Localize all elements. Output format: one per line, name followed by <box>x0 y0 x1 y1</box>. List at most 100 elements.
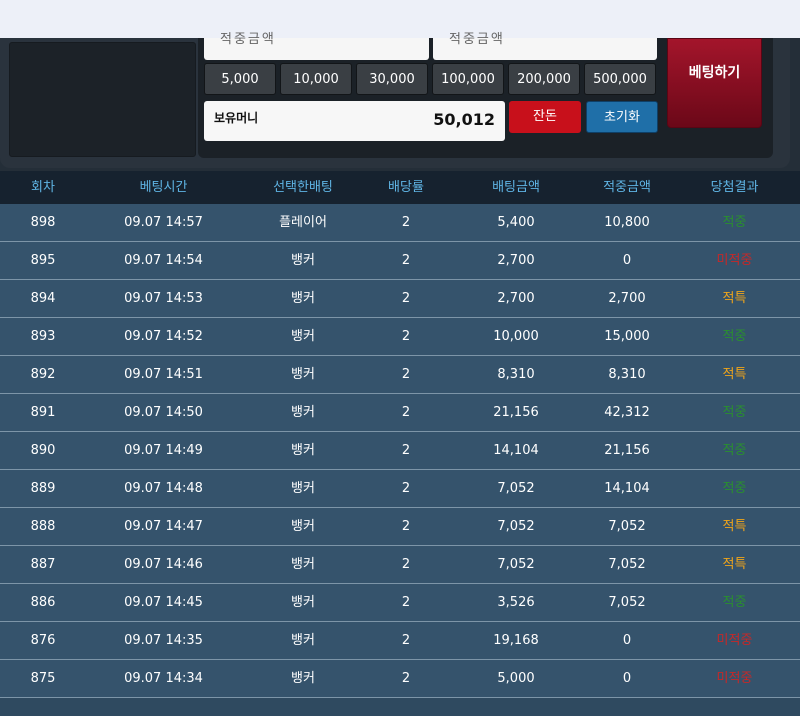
cell-win-amount: 0 <box>622 633 632 648</box>
cell-bet-time: 09.07 14:53 <box>124 291 203 306</box>
cell-win-amount: 10,800 <box>604 215 650 230</box>
cell-round: 895 <box>30 253 56 268</box>
cell-selection: 뱅커 <box>291 519 315 534</box>
cell-selection: 뱅커 <box>291 595 315 610</box>
cell-win-amount: 2,700 <box>608 291 646 306</box>
table-row: 888 09.07 14:47 뱅커 2 7,052 7,052 적특 <box>0 508 800 546</box>
cell-odds: 2 <box>401 253 411 268</box>
chip-10000-button[interactable]: 10,000 <box>280 63 352 95</box>
cell-odds: 2 <box>401 633 411 648</box>
chip-30000-button[interactable]: 30,000 <box>356 63 428 95</box>
cell-selection: 뱅커 <box>291 633 315 648</box>
cell-bet-amount: 7,052 <box>497 519 535 534</box>
cell-bet-amount: 2,700 <box>497 253 535 268</box>
cell-result: 미적중 <box>716 253 753 268</box>
table-row: 887 09.07 14:46 뱅커 2 7,052 7,052 적특 <box>0 546 800 584</box>
cell-win-amount: 0 <box>622 671 632 686</box>
left-bet-field[interactable]: 적중금액 <box>204 32 429 60</box>
table-header: 회차 베팅시간 선택한배팅 배당률 배팅금액 적중금액 당첨결과 <box>0 171 800 204</box>
cell-bet-time: 09.07 14:50 <box>124 405 203 420</box>
table-row: 892 09.07 14:51 뱅커 2 8,310 8,310 적특 <box>0 356 800 394</box>
chip-200000-button[interactable]: 200,000 <box>508 63 580 95</box>
cell-selection: 뱅커 <box>291 329 315 344</box>
cell-bet-amount: 19,168 <box>493 633 539 648</box>
table-row: 875 09.07 14:34 뱅커 2 5,000 0 미적중 <box>0 660 800 698</box>
cell-round: 875 <box>30 671 56 686</box>
cell-bet-amount: 8,310 <box>497 367 535 382</box>
cell-result: 적중 <box>722 405 747 420</box>
betting-panel: 적중금액 적중금액 5,000 10,000 30,000 100,000 20… <box>0 32 800 178</box>
cell-result: 적중 <box>722 595 747 610</box>
cell-selection: 뱅커 <box>291 367 315 382</box>
cell-result: 적특 <box>722 367 747 382</box>
cell-bet-amount: 2,700 <box>497 291 535 306</box>
header-bet-time: 베팅시간 <box>139 180 188 195</box>
chip-100000-button[interactable]: 100,000 <box>432 63 504 95</box>
cell-bet-time: 09.07 14:47 <box>124 519 203 534</box>
cell-win-amount: 42,312 <box>604 405 650 420</box>
cell-win-amount: 0 <box>622 253 632 268</box>
header-win-amount: 적중금액 <box>603 180 651 195</box>
cell-odds: 2 <box>401 557 411 572</box>
cell-bet-amount: 3,526 <box>497 595 535 610</box>
cell-odds: 2 <box>401 367 411 382</box>
cell-bet-time: 09.07 14:49 <box>124 443 203 458</box>
cell-round: 886 <box>30 595 56 610</box>
balance-display: 보유머니 50,012 <box>204 101 505 141</box>
cell-selection: 뱅커 <box>291 405 315 420</box>
header-round: 회차 <box>31 180 55 195</box>
left-bet-field-label: 적중금액 <box>220 32 276 47</box>
table-row: 890 09.07 14:49 뱅커 2 14,104 21,156 적중 <box>0 432 800 470</box>
table-row: 895 09.07 14:54 뱅커 2 2,700 0 미적중 <box>0 242 800 280</box>
cell-bet-amount: 7,052 <box>497 481 535 496</box>
cell-selection: 뱅커 <box>291 443 315 458</box>
cell-result: 적중 <box>722 329 747 344</box>
cell-win-amount: 21,156 <box>604 443 650 458</box>
cell-bet-time: 09.07 14:48 <box>124 481 203 496</box>
cell-result: 적중 <box>722 215 747 230</box>
cell-odds: 2 <box>401 595 411 610</box>
cell-selection: 뱅커 <box>291 671 315 686</box>
game-preview-area <box>9 42 196 157</box>
cell-win-amount: 7,052 <box>608 519 646 534</box>
table-row: 898 09.07 14:57 플레이어 2 5,400 10,800 적중 <box>0 204 800 242</box>
cell-bet-amount: 7,052 <box>497 557 535 572</box>
cell-result: 적특 <box>722 557 747 572</box>
cell-selection: 뱅커 <box>291 481 315 496</box>
table-row: 894 09.07 14:53 뱅커 2 2,700 2,700 적특 <box>0 280 800 318</box>
cell-result: 적특 <box>722 291 747 306</box>
cell-round: 890 <box>30 443 56 458</box>
cell-result: 적특 <box>722 519 747 534</box>
cell-odds: 2 <box>401 329 411 344</box>
balance-label: 보유머니 <box>214 111 259 125</box>
cell-bet-time: 09.07 14:57 <box>124 215 203 230</box>
cell-odds: 2 <box>401 519 411 534</box>
right-bet-field[interactable]: 적중금액 <box>433 32 657 60</box>
top-bar <box>0 0 800 39</box>
cell-bet-amount: 21,156 <box>493 405 539 420</box>
header-result: 당첨결과 <box>710 180 759 195</box>
table-row: 889 09.07 14:48 뱅커 2 7,052 14,104 적중 <box>0 470 800 508</box>
change-button[interactable]: 잔돈 <box>509 101 581 133</box>
reset-button[interactable]: 초기화 <box>586 101 658 133</box>
table-row: 886 09.07 14:45 뱅커 2 3,526 7,052 적중 <box>0 584 800 622</box>
cell-round: 876 <box>30 633 56 648</box>
chip-5000-button[interactable]: 5,000 <box>204 63 276 95</box>
cell-win-amount: 14,104 <box>604 481 650 496</box>
cell-bet-time: 09.07 14:34 <box>124 671 203 686</box>
header-bet-amount: 배팅금액 <box>492 180 540 195</box>
cell-bet-time: 09.07 14:51 <box>124 367 203 382</box>
place-bet-button[interactable]: 베팅하기 <box>667 38 762 128</box>
cell-odds: 2 <box>401 291 411 306</box>
cell-result: 적중 <box>722 443 747 458</box>
cell-win-amount: 7,052 <box>608 595 646 610</box>
right-bet-field-label: 적중금액 <box>449 32 505 47</box>
cell-bet-time: 09.07 14:52 <box>124 329 203 344</box>
cell-win-amount: 7,052 <box>608 557 646 572</box>
cell-odds: 2 <box>401 671 411 686</box>
cell-round: 898 <box>30 215 56 230</box>
cell-odds: 2 <box>401 405 411 420</box>
chip-500000-button[interactable]: 500,000 <box>584 63 656 95</box>
cell-selection: 뱅커 <box>291 291 315 306</box>
cell-bet-time: 09.07 14:54 <box>124 253 203 268</box>
